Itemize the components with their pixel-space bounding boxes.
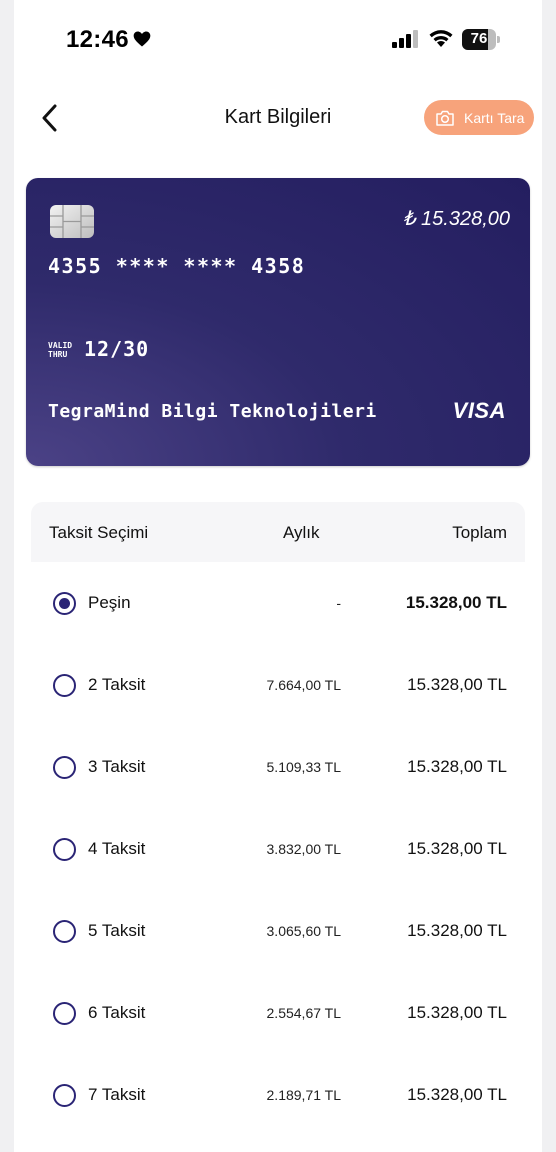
radio-button[interactable] [53, 756, 76, 779]
valid-label-line-1: VALID [48, 341, 73, 350]
installment-row[interactable]: 6 Taksit 2.554,67 TL 15.328,00 TL [31, 972, 525, 1054]
installment-row[interactable]: Peşin - 15.328,00 TL [31, 562, 525, 644]
installment-row[interactable]: 2 Taksit 7.664,00 TL 15.328,00 TL [31, 644, 525, 726]
wifi-icon [429, 30, 453, 47]
installment-label: 3 Taksit [88, 757, 146, 776]
radio-button[interactable] [53, 674, 76, 697]
card-chip-icon [50, 205, 94, 238]
total-amount: 15.328,00 TL [407, 757, 507, 776]
total-amount: 15.328,00 TL [407, 1003, 507, 1022]
monthly-amount: - [336, 595, 341, 611]
installment-label: 4 Taksit [88, 839, 146, 858]
installment-label: 2 Taksit [88, 675, 146, 694]
table-header: Taksit Seçimi Aylık Toplam [31, 502, 525, 562]
installment-label: Peşin [88, 593, 131, 612]
valid-label-line-2: THRU [48, 350, 68, 359]
monthly-amount: 7.664,00 TL [266, 677, 341, 693]
heart-icon [133, 31, 151, 47]
card-number: 4355 **** **** 4358 [48, 254, 306, 278]
radio-button[interactable] [53, 1084, 76, 1107]
camera-icon [436, 110, 454, 126]
visa-logo: VISA [452, 398, 506, 423]
monthly-amount: 2.554,67 TL [266, 1005, 341, 1021]
installment-row[interactable]: 3 Taksit 5.109,33 TL 15.328,00 TL [31, 726, 525, 808]
installment-table: Taksit Seçimi Aylık Toplam Peşin - 15.328,… [31, 502, 525, 1108]
status-bar: 12:46 76 [14, 0, 542, 80]
total-amount: 15.328,00 TL [407, 1085, 507, 1104]
installment-label: 6 Taksit [88, 1003, 146, 1022]
installment-label: 7 Taksit [88, 1085, 146, 1104]
total-amount: 15.328,00 TL [407, 839, 507, 858]
radio-button[interactable] [53, 838, 76, 861]
header-total: Toplam [452, 523, 507, 542]
radio-button[interactable] [53, 592, 76, 615]
header-installment-option: Taksit Seçimi [49, 523, 149, 542]
monthly-amount: 3.065,60 TL [266, 923, 341, 939]
total-amount: 15.328,00 TL [407, 675, 507, 694]
card-holder-name: TegraMind Bilgi Teknolojileri [48, 401, 377, 422]
monthly-amount: 2.189,71 TL [266, 1087, 341, 1103]
installment-row[interactable]: 4 Taksit 3.832,00 TL 15.328,00 TL [31, 808, 525, 890]
installment-label: 5 Taksit [88, 921, 146, 940]
card-amount: ₺ 15.328,00 [402, 208, 510, 230]
scan-card-label: Kartı Tara [464, 109, 525, 126]
battery-icon: 76 [462, 29, 500, 50]
monthly-amount: 5.109,33 TL [266, 759, 341, 775]
card-expiry: 12/30 [84, 337, 150, 361]
battery-percentage: 76 [470, 30, 488, 47]
total-amount: 15.328,00 TL [407, 921, 507, 940]
status-time: 12:46 [66, 26, 129, 53]
scan-card-button[interactable]: Kartı Tara [424, 100, 534, 135]
monthly-amount: 3.832,00 TL [266, 841, 341, 857]
total-amount: 15.328,00 TL [405, 593, 507, 612]
cellular-signal-icon [392, 30, 418, 48]
screen: 12:46 76 Kart Bilgileri Kartı Tara ₺ 15.… [14, 0, 542, 1152]
header-monthly: Aylık [283, 523, 320, 542]
radio-button[interactable] [53, 1002, 76, 1025]
radio-button[interactable] [53, 920, 76, 943]
installment-row[interactable]: 7 Taksit 2.189,71 TL 15.328,00 TL [31, 1054, 525, 1108]
installment-row[interactable]: 5 Taksit 3.065,60 TL 15.328,00 TL [31, 890, 525, 972]
credit-card: ₺ 15.328,00 4355 **** **** 4358 VALID TH… [26, 178, 530, 466]
valid-thru-label: VALID THRU [48, 341, 72, 359]
